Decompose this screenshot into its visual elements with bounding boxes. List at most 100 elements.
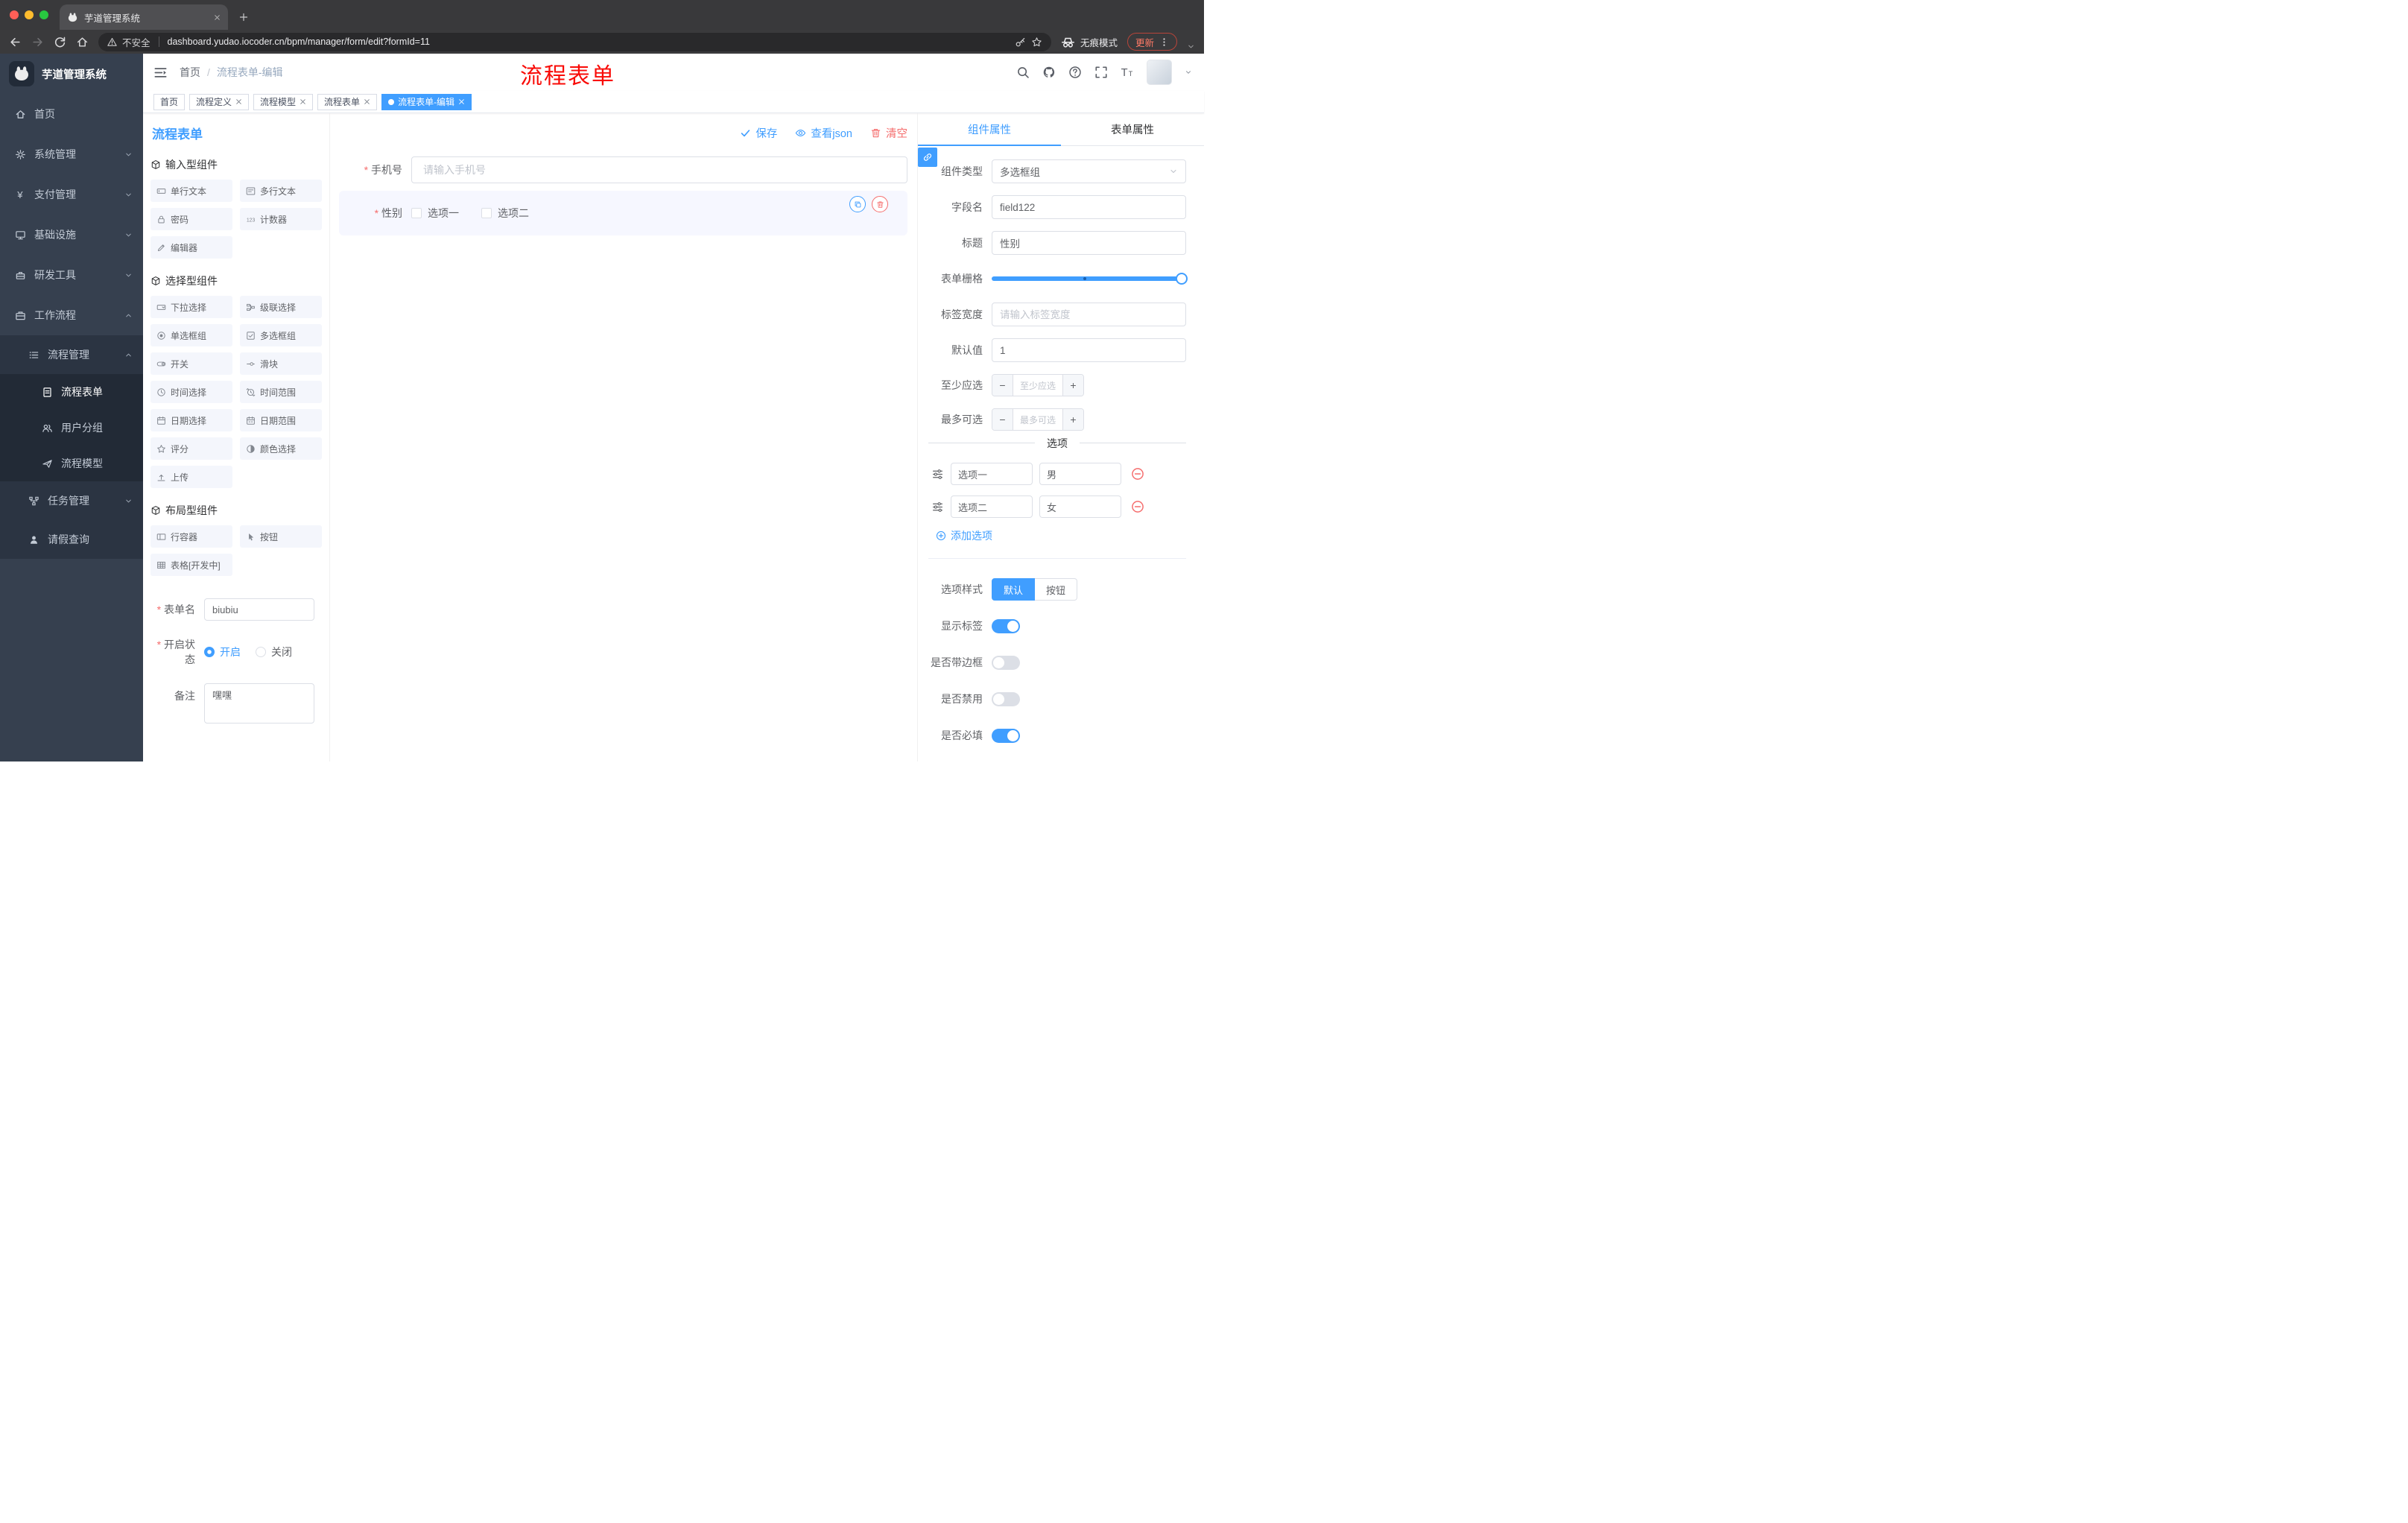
checkbox-box[interactable] [411,208,422,218]
sidebar-item-infra[interactable]: 基础设施 [0,215,143,255]
option-value-input[interactable] [1039,495,1121,518]
update-button[interactable]: 更新 [1127,33,1177,51]
palette-item-editor[interactable]: 编辑器 [150,236,232,259]
password-key-icon[interactable] [1015,37,1026,48]
palette-item-slider[interactable]: 滑块 [240,352,322,375]
slider-handle[interactable] [1176,273,1188,285]
palette-item-cascader[interactable]: 级联选择 [240,296,322,318]
status-radio-on[interactable]: 开启 [204,645,241,659]
sidebar-item-system[interactable]: 系统管理 [0,134,143,174]
forward-icon[interactable] [31,36,44,48]
option-label-input[interactable] [951,495,1033,518]
sidebar-item-process-form[interactable]: 流程表单 [0,374,143,410]
form-name-input[interactable] [204,598,314,621]
new-tab-button[interactable] [239,13,248,22]
drag-handle-icon[interactable] [931,501,944,513]
delete-component-button[interactable] [872,196,888,212]
sidebar-item-task-mgmt[interactable]: 任务管理 [0,481,143,520]
style-button-button[interactable]: 按钮 [1035,578,1078,601]
palette-item-time-range[interactable]: 时间范围 [240,381,322,403]
save-button[interactable]: 保存 [740,125,777,141]
breadcrumb-home[interactable]: 首页 [180,65,200,80]
palette-item-rate[interactable]: 评分 [150,437,232,460]
browser-tab[interactable]: 芋道管理系统 [60,4,228,30]
avatar[interactable] [1147,60,1172,85]
canvas-field-gender-selected[interactable]: 性别 选项一 选项二 [339,191,907,235]
close-icon[interactable] [364,98,370,105]
palette-item-time-picker[interactable]: 时间选择 [150,381,232,403]
help-icon[interactable] [1068,66,1082,79]
window-minimize-button[interactable] [25,10,34,19]
chevron-down-icon[interactable] [1185,69,1192,76]
status-radio-off[interactable]: 关闭 [256,645,292,659]
style-default-button[interactable]: 默认 [992,578,1036,601]
search-icon[interactable] [1016,66,1030,79]
disabled-toggle[interactable] [992,691,1020,706]
browser-home-icon[interactable] [76,36,89,48]
address-bar[interactable]: 不安全 dashboard.yudao.iocoder.cn/bpm/manag… [98,32,1051,51]
palette-item-select[interactable]: 下拉选择 [150,296,232,318]
sidebar-item-process-model[interactable]: 流程模型 [0,446,143,481]
app-logo[interactable]: 芋道管理系统 [0,54,143,94]
title-input[interactable] [992,231,1186,255]
tab-form-props[interactable]: 表单属性 [1061,113,1204,145]
form-grid-slider[interactable] [992,267,1188,291]
remove-option-icon[interactable] [1131,467,1144,481]
option-value-input[interactable] [1039,463,1121,485]
canvas-field-phone[interactable]: 手机号 请输入手机号 [339,156,907,183]
sidebar-item-process-mgmt[interactable]: 流程管理 [0,335,143,374]
show-label-toggle[interactable] [992,618,1020,633]
border-toggle[interactable] [992,655,1020,670]
palette-item-date-range[interactable]: 日期范围 [240,409,322,431]
tag-process-form[interactable]: 流程表单 [317,93,378,110]
close-icon[interactable] [235,98,242,105]
tag-process-definition[interactable]: 流程定义 [189,93,250,110]
palette-item-multi-text[interactable]: 多行文本 [240,180,322,202]
max-select-value[interactable]: 最多可选 [1013,409,1062,430]
palette-item-table[interactable]: 表格[开发中] [150,554,232,576]
required-toggle[interactable] [992,728,1020,743]
add-option-button[interactable]: 添加选项 [936,528,1186,543]
sidebar-item-home[interactable]: 首页 [0,94,143,134]
tag-process-form-edit[interactable]: 流程表单-编辑 [381,93,472,110]
increase-button[interactable]: + [1062,375,1083,396]
palette-item-date-picker[interactable]: 日期选择 [150,409,232,431]
palette-item-switch[interactable]: 开关 [150,352,232,375]
label-width-input[interactable] [992,303,1186,326]
phone-input[interactable]: 请输入手机号 [411,156,907,183]
view-json-button[interactable]: 查看json [795,125,852,141]
close-icon[interactable] [458,98,465,105]
palette-item-row-container[interactable]: 行容器 [150,525,232,548]
reload-icon[interactable] [54,36,66,48]
palette-item-checkbox-group[interactable]: 多选框组 [240,324,322,346]
window-close-button[interactable] [10,10,19,19]
decrease-button[interactable]: − [992,409,1013,430]
slider-track[interactable] [992,273,1188,285]
palette-item-password[interactable]: 密码 [150,208,232,230]
tab-component-props[interactable]: 组件属性 [918,113,1061,146]
github-icon[interactable] [1042,66,1056,79]
tag-home[interactable]: 首页 [153,93,186,110]
component-type-select[interactable]: 多选框组 [992,159,1186,183]
tab-close-icon[interactable] [214,14,221,21]
gender-option-1[interactable]: 选项一 [411,206,459,221]
back-icon[interactable] [9,36,22,48]
field-name-input[interactable] [992,195,1186,219]
browser-menu-icon[interactable] [1159,37,1169,47]
form-remark-textarea[interactable]: 嘿嘿 [204,683,314,723]
sidebar-item-workflow[interactable]: 工作流程 [0,295,143,335]
palette-item-radio-group[interactable]: 单选框组 [150,324,232,346]
option-label-input[interactable] [951,463,1033,485]
hamburger-icon[interactable] [153,66,168,80]
palette-item-counter[interactable]: 计数器 [240,208,322,230]
text-size-icon[interactable] [1121,66,1134,79]
fullscreen-icon[interactable] [1094,66,1108,79]
tag-process-model[interactable]: 流程模型 [253,93,314,110]
min-select-value[interactable]: 至少应选 [1013,375,1062,396]
copy-component-button[interactable] [849,196,866,212]
palette-item-button[interactable]: 按钮 [240,525,322,548]
default-value-input[interactable] [992,338,1186,362]
sidebar-item-leave-query[interactable]: 请假查询 [0,520,143,559]
remove-option-icon[interactable] [1131,500,1144,513]
gender-option-2[interactable]: 选项二 [481,206,529,221]
